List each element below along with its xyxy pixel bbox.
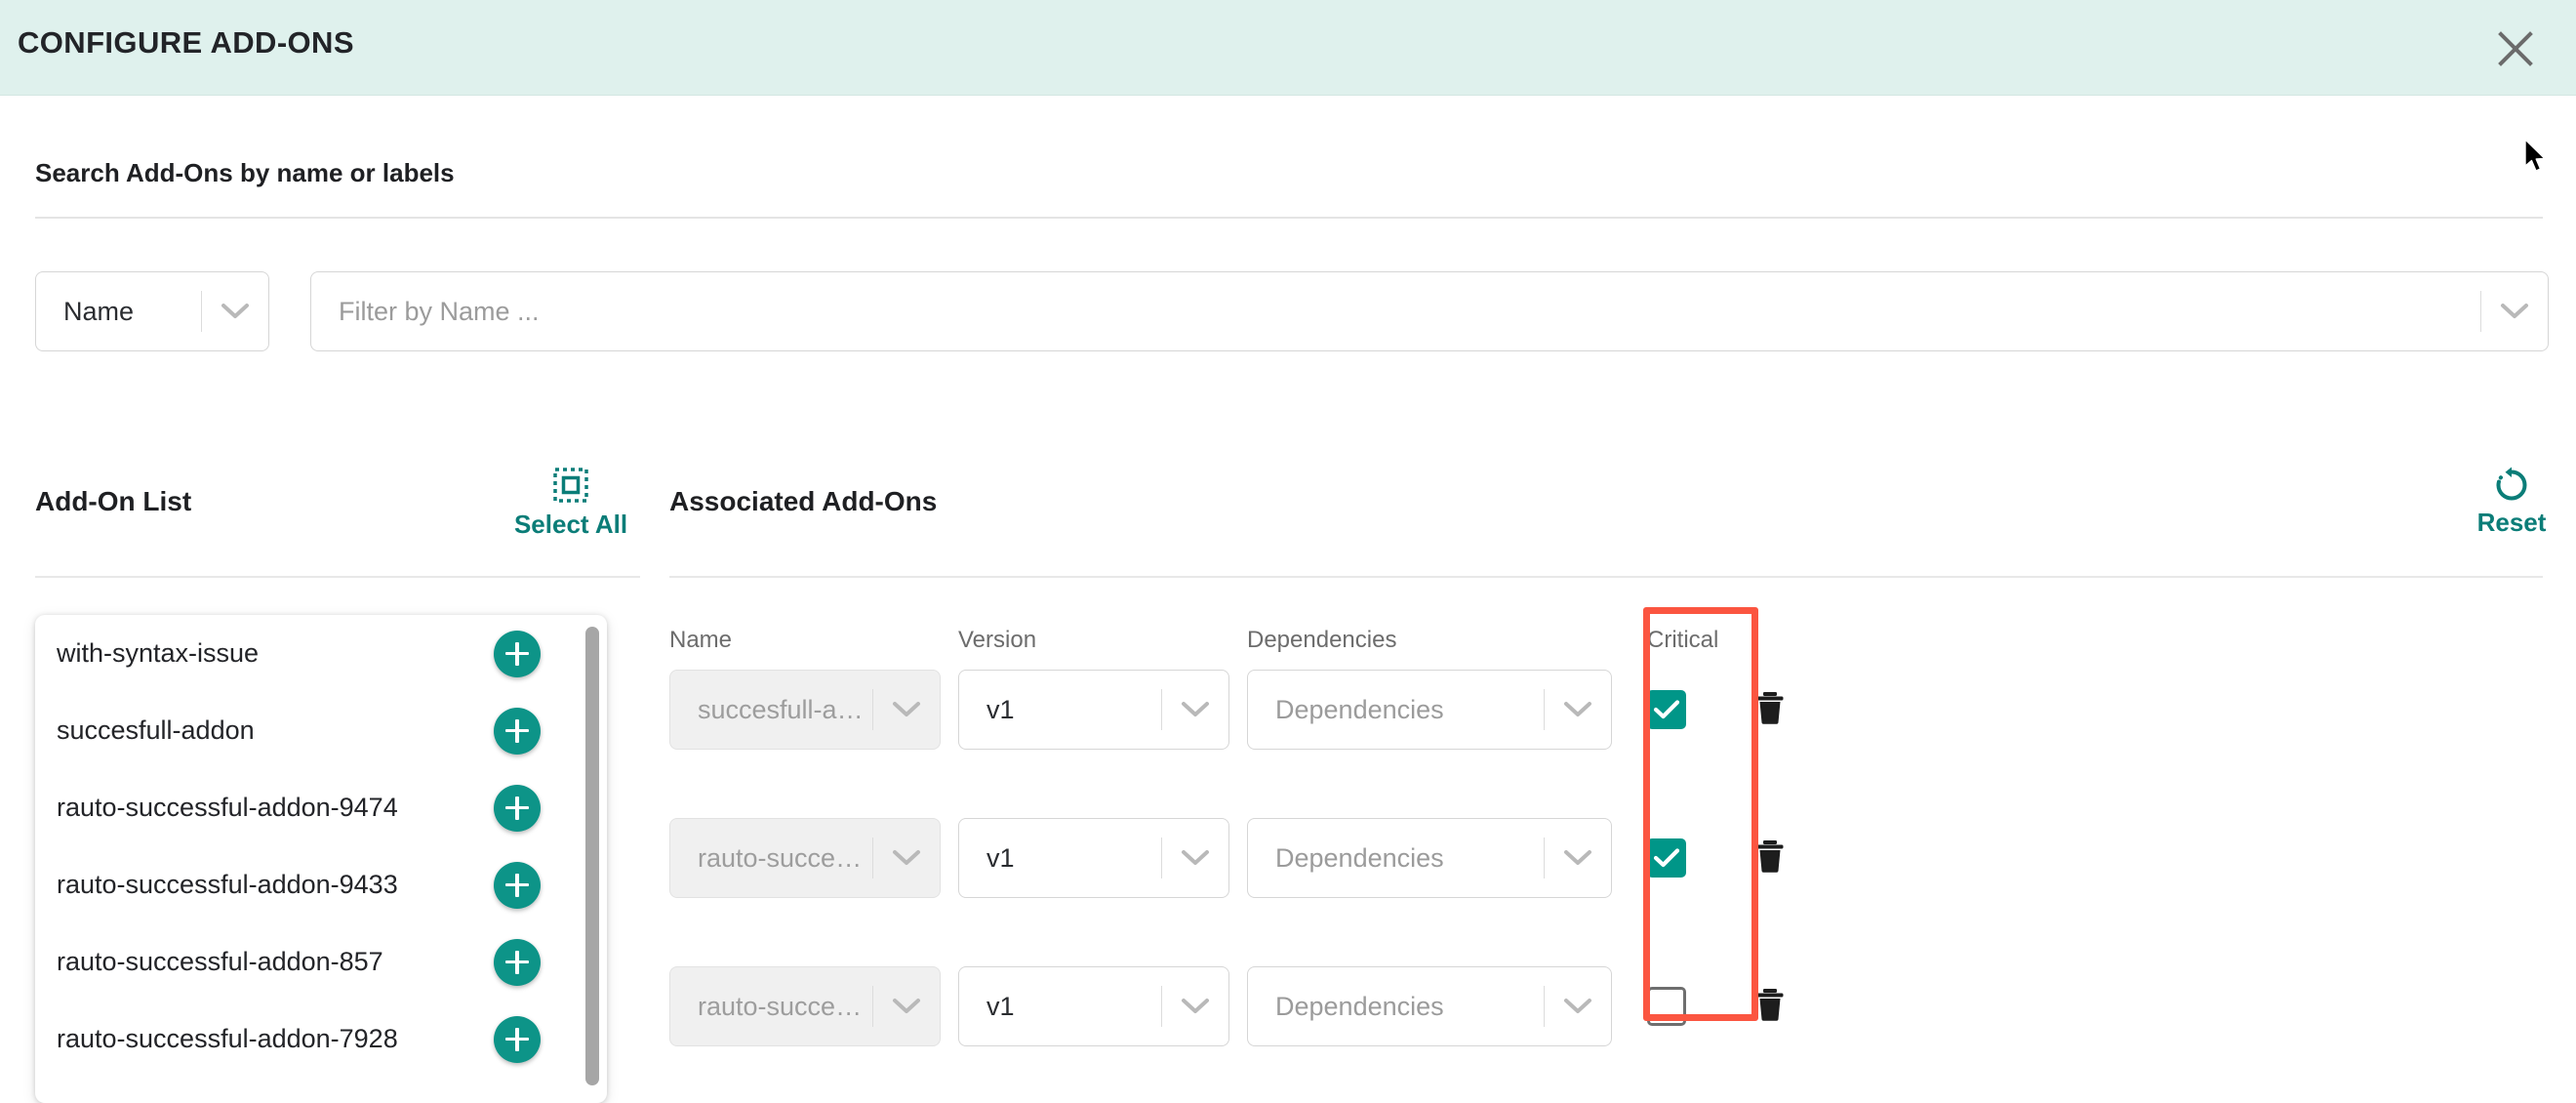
add-addon-button[interactable] [494,707,541,755]
reset-button[interactable]: Reset [2453,467,2570,538]
row-name-select[interactable]: succesfull-addon [669,670,941,750]
filter-name-input[interactable]: Filter by Name ... [310,271,2549,351]
row-version-value: v1 [986,991,1015,1021]
associated-table-headers: Name Version Dependencies Critical [669,627,2543,658]
row-dependencies-placeholder: Dependencies [1275,842,1444,873]
row-dependencies-placeholder: Dependencies [1275,991,1444,1021]
add-on-list: with-syntax-issue succesfull-addon rauto-s… [35,615,607,1078]
chevron-down-icon[interactable] [873,966,940,1046]
list-item[interactable]: rauto-successful-addon-857 [35,923,607,1001]
row-name-cell: rauto-successful-addon-... [669,966,941,1046]
add-on-list-header: Add-On List Select All [35,459,640,578]
row-version-select[interactable]: v1 [958,670,1229,750]
add-addon-button[interactable] [494,938,541,986]
list-item[interactable]: rauto-successful-addon-9474 [35,769,607,846]
row-critical-cell [1647,670,1754,750]
associated-add-ons-panel: Associated Add-Ons Reset Name Version De… [669,459,2546,1046]
right-panel-divider [669,576,2543,578]
modal-header: CONFIGURE ADD-ONS [0,0,2576,96]
chevron-down-icon[interactable] [2481,271,2548,351]
critical-checkbox[interactable] [1647,987,1686,1026]
list-item[interactable]: with-syntax-issue [35,615,607,692]
add-on-list-card: with-syntax-issue succesfull-addon rauto-s… [35,615,607,1103]
chevron-down-icon[interactable] [1162,818,1228,898]
trash-icon [1754,838,1786,878]
associated-add-on-row: succesfull-addon v1 Dependencies [669,670,2543,750]
row-name-cell: succesfull-addon [669,670,941,750]
column-header-version: Version [958,627,1037,653]
add-addon-button[interactable] [494,1015,541,1063]
column-header-dependencies: Dependencies [1247,627,1397,653]
associated-add-on-row: rauto-successful-addon-... v1 Dependencies [669,818,2543,898]
delete-row-button[interactable] [1754,966,1832,1046]
row-dependencies-cell: Dependencies [1247,670,1612,750]
reset-label: Reset [2476,508,2547,537]
critical-checkbox[interactable] [1647,690,1686,729]
chevron-down-icon[interactable] [1545,966,1611,1046]
row-name-value: rauto-successful-addon-... [698,842,872,873]
search-divider [35,217,2543,219]
trash-icon [1754,987,1786,1027]
row-version-cell: v1 [958,966,1229,1046]
row-name-cell: rauto-successful-addon-... [669,818,941,898]
add-addon-button[interactable] [494,630,541,677]
delete-row-button[interactable] [1754,670,1832,750]
row-dependencies-cell: Dependencies [1247,818,1612,898]
chevron-down-icon[interactable] [873,670,940,750]
row-dependencies-cell: Dependencies [1247,966,1612,1046]
critical-checkbox[interactable] [1647,838,1686,878]
row-name-value: rauto-successful-addon-... [698,991,872,1021]
chevron-down-icon[interactable] [202,271,268,351]
associated-add-ons-title: Associated Add-Ons [669,486,938,516]
add-addon-button[interactable] [494,861,541,909]
row-critical-cell [1647,818,1754,898]
add-addon-button[interactable] [494,784,541,832]
associated-add-on-row: rauto-successful-addon-... v1 Dependencies [669,966,2543,1046]
row-version-select[interactable]: v1 [958,966,1229,1046]
chevron-down-icon[interactable] [1545,818,1611,898]
row-name-value: succesfull-addon [698,694,872,724]
filter-row: Name Filter by Name ... [35,271,2549,351]
row-dependencies-select[interactable]: Dependencies [1247,966,1612,1046]
select-all-label: Select All [513,510,628,539]
search-section-label: Search Add-Ons by name or labels [35,158,455,187]
left-panel-divider [35,576,640,578]
row-dependencies-select[interactable]: Dependencies [1247,818,1612,898]
filter-type-value: Name [63,296,135,326]
close-icon[interactable] [2494,27,2537,70]
row-version-cell: v1 [958,670,1229,750]
column-header-name: Name [669,627,733,653]
row-dependencies-placeholder: Dependencies [1275,694,1444,724]
list-item[interactable]: succesfull-addon [35,692,607,769]
row-version-value: v1 [986,842,1015,873]
page-title: CONFIGURE ADD-ONS [18,25,354,60]
trash-icon [1754,690,1786,730]
add-on-list-panel: Add-On List Select All with-syntax-issue… [35,459,640,1103]
list-item[interactable]: rauto-successful-addon-7928 [35,1001,607,1078]
filter-name-placeholder: Filter by Name ... [339,296,540,326]
select-all-button[interactable]: Select All [507,467,634,540]
filter-type-select[interactable]: Name [35,271,269,351]
row-version-cell: v1 [958,818,1229,898]
chevron-down-icon[interactable] [1545,670,1611,750]
row-version-value: v1 [986,694,1015,724]
row-name-select[interactable]: rauto-successful-addon-... [669,818,941,898]
select-all-icon [507,467,634,504]
list-item[interactable]: rauto-successful-addon-9433 [35,846,607,923]
row-dependencies-select[interactable]: Dependencies [1247,670,1612,750]
row-critical-cell [1647,966,1754,1046]
row-version-select[interactable]: v1 [958,818,1229,898]
scrollbar-thumb[interactable] [585,627,599,1085]
mouse-cursor [2524,139,2550,181]
row-name-select[interactable]: rauto-successful-addon-... [669,966,941,1046]
column-header-critical: Critical [1647,627,1719,653]
associated-add-ons-header: Associated Add-Ons Reset [669,459,2546,578]
chevron-down-icon[interactable] [1162,670,1228,750]
add-on-list-scrollbar[interactable] [585,623,599,1095]
chevron-down-icon[interactable] [873,818,940,898]
delete-row-button[interactable] [1754,818,1832,898]
chevron-down-icon[interactable] [1162,966,1228,1046]
restore-icon [2453,467,2570,504]
add-on-list-title: Add-On List [35,486,192,516]
